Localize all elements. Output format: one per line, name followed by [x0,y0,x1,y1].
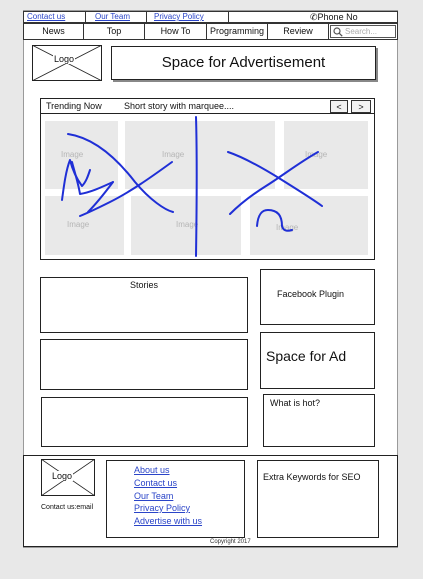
seo-keywords-label: Extra Keywords for SEO [263,472,361,482]
footer-link-team[interactable]: Our Team [134,490,173,502]
sidebar-ad-label: Space for Ad [266,348,347,364]
footer-link-contact[interactable]: Contact us [134,477,177,489]
facebook-plugin-box[interactable]: Facebook Plugin [260,269,375,325]
content-box [40,339,248,390]
copyright-text: Copyright 2017 [210,539,251,545]
stories-label: Stories [129,280,158,290]
facebook-plugin-label: Facebook Plugin [277,289,345,299]
footer-link-privacy[interactable]: Privacy Policy [134,502,190,514]
stories-section: Stories [40,277,248,333]
footer-link-advertise[interactable]: Advertise with us [134,515,202,527]
footer-link-about[interactable]: About us [134,464,170,476]
footer-logo-label: Logo [51,471,74,481]
sidebar-ad-box: Space for Ad [260,332,375,389]
what-is-hot-label: What is hot? [270,398,321,408]
footer-contact-text: Contact us:email [41,504,94,511]
content-box [41,397,248,447]
seo-keywords-box: Extra Keywords for SEO [257,460,379,538]
what-is-hot-box: What is hot? [263,394,375,447]
